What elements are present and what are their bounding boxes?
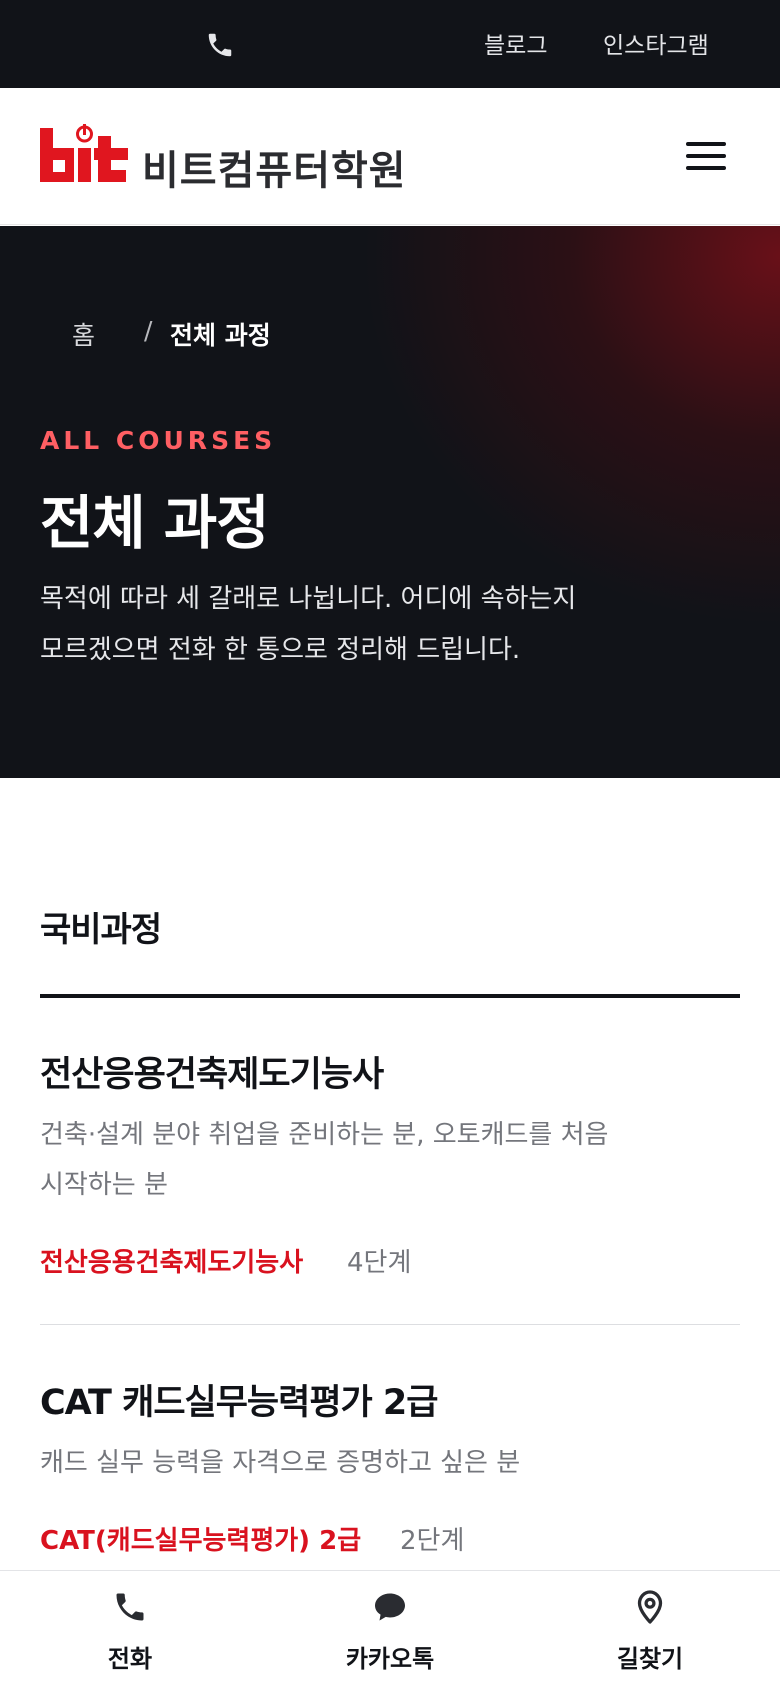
- section-title: 국비과정: [40, 910, 162, 950]
- course-card[interactable]: CAT 캐드실무능력평가 2급 캐드 실무 능력을 자격으로 증명하고 싶은 분…: [40, 1374, 740, 1556]
- course-tag: CAT(캐드실무능력평가) 2급: [40, 1526, 362, 1556]
- nav-call-label: 전화: [107, 1645, 153, 1673]
- course-description-line: 건축·설계 분야 취업을 준비하는 분, 오토캐드를 처음: [40, 1120, 609, 1150]
- breadcrumb-home[interactable]: 홈: [72, 316, 95, 352]
- hero-description-line: 목적에 따라 세 갈래로 나뉩니다. 어디에 속하는지: [40, 584, 577, 614]
- map-pin-icon: [637, 1590, 663, 1624]
- logo-text: 비트컴퓨터학원: [142, 148, 407, 194]
- page-title: 전체 과정: [40, 489, 270, 557]
- course-description: 캐드 실무 능력을 자격으로 증명하고 싶은 분: [40, 1448, 521, 1478]
- bit-logo-mark: [40, 124, 128, 182]
- hamburger-icon-line: [686, 154, 726, 158]
- hamburger-icon: [686, 142, 726, 146]
- course-tag: 전산응용건축제도기능사: [40, 1248, 304, 1278]
- nav-kakao-button[interactable]: 카카오톡: [310, 1571, 470, 1688]
- bottom-nav: 전화 카카오톡 길찾기: [0, 1570, 780, 1688]
- instagram-link[interactable]: 인스타그램: [603, 26, 709, 60]
- hero-description-line: 모르겠으면 전화 한 통으로 정리해 드립니다.: [40, 635, 521, 665]
- phone-icon: [116, 1593, 144, 1621]
- blog-link[interactable]: 블로그: [484, 26, 547, 60]
- course-card[interactable]: 전산응용건축제도기능사 건축·설계 분야 취업을 준비하는 분, 오토캐드를 처…: [40, 1046, 740, 1306]
- hamburger-icon-line: [686, 166, 726, 170]
- breadcrumb-current: 전체 과정: [170, 321, 271, 350]
- course-description: 건축·설계 분야 취업을 준비하는 분, 오토캐드를 처음 시작하는 분: [40, 1110, 680, 1210]
- nav-kakao-label: 카카오톡: [345, 1645, 435, 1673]
- course-description-line: 시작하는 분: [40, 1170, 168, 1200]
- chat-bubble-icon: [375, 1593, 405, 1621]
- course-title: 전산응용건축제도기능사: [40, 1055, 384, 1095]
- hero-description: 목적에 따라 세 갈래로 나뉩니다. 어디에 속하는지 모르겠으면 전화 한 통…: [40, 574, 680, 676]
- site-header: 비트컴퓨터학원: [0, 88, 780, 225]
- hamburger-menu-button[interactable]: [686, 140, 728, 172]
- nav-map-label: 길찾기: [616, 1645, 684, 1673]
- hero-banner: 홈 / 전체 과정 ALL COURSES 전체 과정 목적에 따라 세 갈래로…: [0, 226, 780, 778]
- course-steps: 2단계: [400, 1526, 465, 1556]
- phone-icon[interactable]: [205, 30, 235, 60]
- course-divider: [40, 1324, 740, 1325]
- top-utility-bar: 블로그 인스타그램: [0, 0, 780, 88]
- breadcrumb-separator: /: [144, 316, 153, 345]
- section-divider: [40, 994, 740, 998]
- course-steps: 4단계: [347, 1248, 412, 1278]
- hero-eyebrow: ALL COURSES: [40, 426, 277, 455]
- nav-call-button[interactable]: 전화: [50, 1571, 210, 1688]
- nav-map-button[interactable]: 길찾기: [570, 1571, 730, 1688]
- course-title: CAT 캐드실무능력평가 2급: [40, 1383, 438, 1423]
